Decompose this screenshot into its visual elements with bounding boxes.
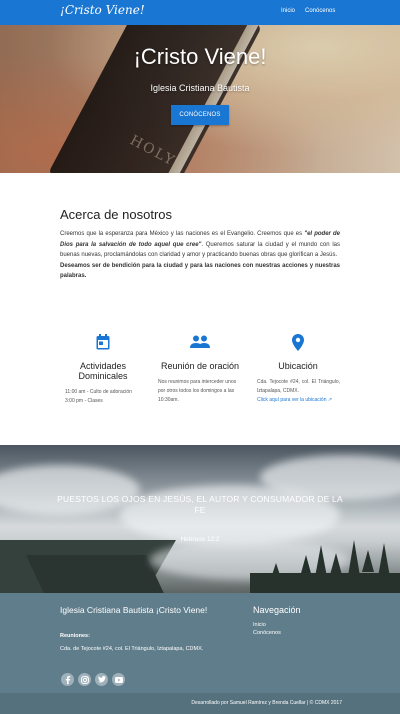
footer-meetings-label: Reuniones: [60, 633, 90, 639]
footer: Iglesia Cristiana Bautista ¡Cristo Viene… [0, 593, 400, 714]
twitter-icon[interactable] [95, 673, 108, 686]
feature-title-oracion: Reunión de oración [160, 361, 240, 371]
footer-title: Iglesia Cristiana Bautista ¡Cristo Viene… [60, 605, 208, 615]
nav-link-inicio[interactable]: Inicio [281, 8, 295, 14]
about-mission: Deseamos ser de bendición para la ciudad… [60, 262, 340, 280]
hero-banner: HOLY ¡Cristo Viene! Iglesia Cristiana Ba… [0, 25, 400, 173]
tree-shape [348, 540, 360, 576]
address-text: Cda. Tejocote #24, col. El Triángulo, Iz… [257, 379, 340, 394]
feature-ubicacion: Ubicación Cda. Tejocote #24, col. El Tri… [250, 333, 346, 405]
verse-text: PUESTOS LOS OJOS EN JESÚS, EL AUTOR Y CO… [57, 494, 343, 515]
location-pin-icon [250, 333, 346, 351]
schedule-line-2: 3:00 pm - Clases [65, 398, 103, 404]
brand-logo[interactable]: ¡Cristo Viene! [60, 3, 145, 17]
calendar-icon [55, 334, 151, 350]
instagram-icon[interactable] [78, 673, 91, 686]
external-link-icon: ↗ [327, 397, 333, 403]
navbar: ¡Cristo Viene! Inicio Conócenos [0, 0, 400, 25]
youtube-icon[interactable] [112, 673, 125, 686]
facebook-icon[interactable] [61, 673, 74, 686]
about-title: Acerca de nosotros [60, 207, 173, 222]
feature-actividades: Actividades Dominicales 11:00 am - Culto… [55, 334, 151, 406]
verse-banner: PUESTOS LOS OJOS EN JESÚS, EL AUTOR Y CO… [0, 445, 400, 593]
footer-link-inicio[interactable]: Inicio [253, 622, 266, 628]
footer-link-conocenos[interactable]: Conócenos [253, 630, 281, 636]
footer-bottom-bar: Desarrollado por Samuel Ramírez y Brenda… [0, 693, 400, 714]
feature-title-ubicacion: Ubicación [278, 361, 318, 371]
footer-credits: Desarrollado por Samuel Ramírez y Brenda… [191, 700, 342, 706]
feature-text-actividades: 11:00 am - Culto de adoración 3:00 pm - … [55, 388, 151, 406]
tree-shape [378, 543, 390, 577]
about-text-start: Creemos que la esperanza para México y l… [60, 231, 305, 237]
hero-subtitle: Iglesia Cristiana Bautista [150, 83, 250, 93]
footer-nav-title: Navegación [253, 605, 301, 615]
people-icon [152, 334, 248, 350]
feature-text-oracion: Nos reunimos para interceder unos por ot… [158, 379, 237, 403]
tree-shape [330, 553, 342, 575]
nav-link-conocenos[interactable]: Conócenos [305, 8, 335, 14]
feature-oracion: Reunión de oración Nos reunimos para int… [152, 334, 248, 405]
map-link-text[interactable]: Click aquí para ver la ubicación [257, 397, 326, 403]
schedule-line-1: 11:00 am - Culto de adoración [65, 389, 132, 395]
hero-title: ¡Cristo Viene! [133, 44, 267, 69]
verse-reference: Hebreos 12:2 [180, 536, 220, 543]
footer-address: Cda. de Tejocote #24, col. El Triángulo,… [60, 646, 204, 652]
about-text: Creemos que la esperanza para México y l… [60, 229, 340, 282]
feature-title-actividades: Actividades Dominicales [78, 361, 128, 381]
map-link[interactable]: Click aquí para ver la ubicación ↗ [257, 397, 332, 403]
forest-floor [250, 573, 400, 593]
conocenos-button[interactable]: CONÓCENOS [171, 105, 229, 125]
feature-text-ubicacion: Cda. Tejocote #24, col. El Triángulo, Iz… [250, 378, 346, 405]
tree-shape [362, 550, 374, 572]
